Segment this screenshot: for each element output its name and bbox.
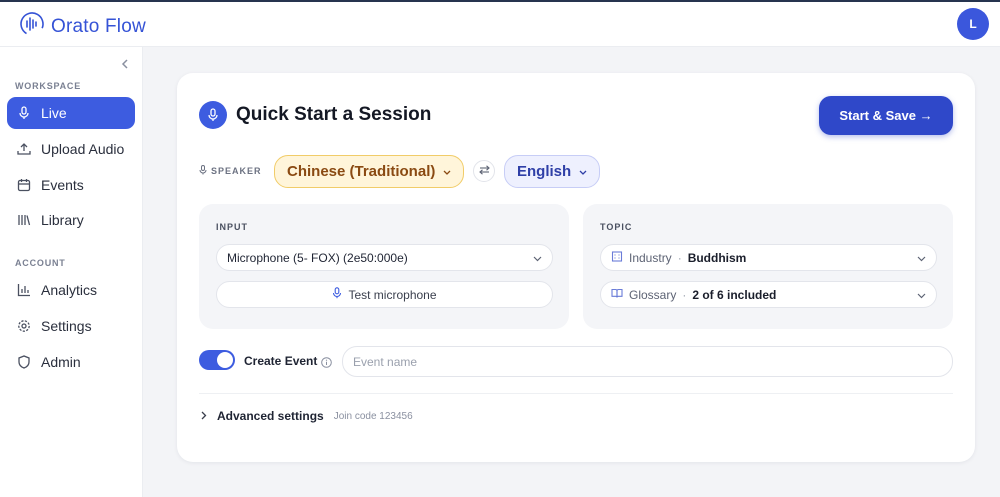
microphone-icon	[199, 165, 207, 177]
sidebar-item-analytics[interactable]: Analytics	[7, 274, 135, 306]
sidebar-item-label: Settings	[41, 318, 92, 334]
microphone-icon	[199, 101, 227, 129]
chevron-down-icon	[443, 163, 451, 180]
glossary-label: Glossary	[629, 287, 677, 302]
page-title: Quick Start a Session	[236, 104, 432, 125]
microphone-icon	[17, 106, 31, 120]
event-name-input[interactable]	[342, 346, 953, 377]
user-avatar[interactable]: L	[957, 8, 989, 40]
sidebar-item-upload-audio[interactable]: Upload Audio	[7, 133, 135, 165]
sidebar-item-label: Live	[41, 105, 67, 121]
create-event-label: Create Event	[244, 354, 318, 368]
chevron-down-icon	[917, 288, 926, 302]
sidebar: WORKSPACE Live Upload Audio Events Libra…	[0, 47, 143, 497]
industry-value: Buddhism	[687, 250, 747, 265]
sidebar-item-settings[interactable]: Settings	[7, 310, 135, 342]
waveform-icon	[19, 11, 45, 42]
glossary-value: 2 of 6 included	[692, 287, 777, 302]
source-language-value: Chinese (Traditional)	[287, 163, 436, 180]
account-section-label: ACCOUNT	[15, 258, 66, 268]
toggle-knob	[217, 352, 233, 368]
sidebar-item-label: Admin	[41, 354, 81, 370]
industry-label: Industry	[629, 250, 672, 265]
industry-select[interactable]: Industry · Buddhism	[600, 244, 937, 271]
building-icon	[611, 250, 623, 265]
upload-icon	[17, 142, 31, 156]
quick-start-card: Quick Start a Session Start & Save → SPE…	[177, 73, 975, 462]
workspace-section-label: WORKSPACE	[15, 81, 82, 91]
target-language-select[interactable]: English	[504, 155, 601, 188]
sidebar-item-label: Library	[41, 212, 84, 228]
source-language-select[interactable]: Chinese (Traditional)	[274, 155, 465, 188]
sidebar-item-library[interactable]: Library	[7, 204, 135, 236]
swap-icon	[478, 162, 490, 180]
topic-panel: TOPIC Industry · Buddhism Glossary · 2 o…	[583, 204, 953, 329]
sidebar-item-label: Events	[41, 177, 84, 193]
chevron-right-icon	[201, 407, 207, 425]
create-event-toggle[interactable]	[199, 350, 235, 370]
start-and-save-button[interactable]: Start & Save →	[819, 96, 953, 135]
target-language-value: English	[517, 163, 572, 180]
input-panel: INPUT Microphone (5- FOX) (2e50:000e) Te…	[199, 204, 569, 329]
chevron-down-icon	[917, 251, 926, 265]
chevron-down-icon	[579, 163, 587, 180]
collapse-sidebar-icon[interactable]	[120, 58, 130, 70]
glossary-select[interactable]: Glossary · 2 of 6 included	[600, 281, 937, 308]
join-code: Join code 123456	[333, 410, 413, 422]
sidebar-item-label: Upload Audio	[41, 141, 125, 157]
book-icon	[611, 287, 623, 302]
sidebar-item-events[interactable]: Events	[7, 169, 135, 201]
shield-icon	[17, 355, 31, 369]
sidebar-item-label: Analytics	[41, 282, 98, 298]
test-microphone-button[interactable]: Test microphone	[216, 281, 553, 308]
info-icon[interactable]	[321, 355, 332, 373]
chevron-down-icon	[533, 251, 542, 265]
speaker-label-text: SPEAKER	[211, 166, 262, 176]
app-name: Orato Flow	[51, 15, 146, 37]
advanced-settings-label: Advanced settings	[217, 409, 324, 423]
gear-icon	[17, 319, 31, 333]
topic-panel-title: TOPIC	[600, 222, 633, 232]
top-bar: Orato Flow L	[0, 0, 1000, 47]
speaker-label: SPEAKER	[199, 165, 262, 177]
microphone-select[interactable]: Microphone (5- FOX) (2e50:000e)	[216, 244, 553, 271]
input-panel-title: INPUT	[216, 222, 248, 232]
library-icon	[17, 213, 31, 227]
test-microphone-label: Test microphone	[348, 287, 437, 302]
divider	[199, 393, 953, 394]
swap-languages-button[interactable]	[473, 160, 495, 182]
analytics-icon	[17, 283, 31, 297]
calendar-icon	[17, 178, 31, 192]
microphone-icon	[332, 287, 342, 302]
advanced-settings-toggle[interactable]: Advanced settings Join code 123456	[201, 407, 413, 425]
sidebar-item-admin[interactable]: Admin	[7, 346, 135, 378]
sidebar-item-live[interactable]: Live	[7, 97, 135, 129]
brand-logo[interactable]: Orato Flow	[19, 11, 146, 42]
microphone-device-value: Microphone (5- FOX) (2e50:000e)	[227, 250, 408, 265]
